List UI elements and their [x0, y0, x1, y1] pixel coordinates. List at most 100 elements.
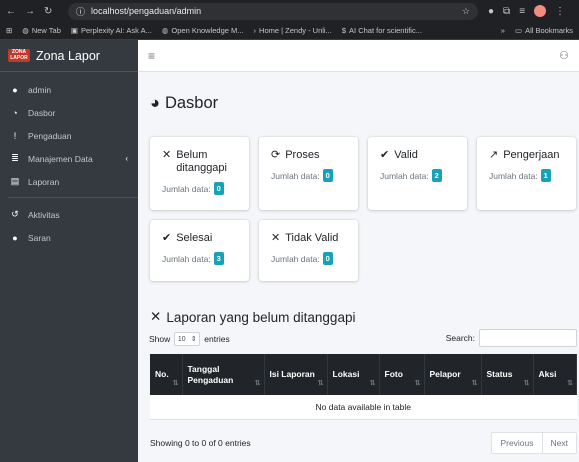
section-title: ✕ Laporan yang belum ditanggapi	[150, 309, 356, 325]
sidebar-item-dasbor[interactable]: ◔ Dasbor	[0, 101, 138, 124]
sidebar-item-saran[interactable]: ● Saran	[0, 226, 138, 249]
stat-card-selesai: ✔ Selesai Jumlah data: 3	[150, 220, 249, 281]
complaints-table: No. ⇅ Tanggal Pengaduan ⇅ Isi Laporan ⇅ Lok…	[150, 354, 577, 420]
x-icon: ✕	[271, 232, 281, 244]
sync-icon: ⟳	[271, 149, 281, 161]
double-check-icon: ✔	[162, 232, 172, 244]
globe-icon: ◍	[22, 26, 29, 35]
lightbulb-icon: ●	[12, 232, 18, 243]
bookmark-item[interactable]: ◍ New Tab	[22, 26, 61, 35]
user-icon: ●	[12, 84, 18, 95]
check-icon: ✔	[380, 149, 390, 161]
count-badge: 0	[322, 252, 333, 265]
bookmarks-bar: ⊞ ◍ New Tab ▣ Perplexity AI: Ask A... ◍ Ope…	[0, 22, 579, 40]
perplexity-icon: ▣	[70, 26, 78, 35]
sidebar-item-admin[interactable]: ● admin	[0, 78, 138, 101]
pagination: Previous Next	[491, 432, 577, 454]
all-bookmarks-button[interactable]: ▭ All Bookmarks	[515, 26, 573, 35]
column-header-status[interactable]: Status ⇅	[481, 354, 534, 395]
bookmark-item[interactable]: $ AI Chat for scientific...	[342, 26, 422, 35]
sort-icon: ⇅	[523, 380, 530, 387]
history-icon: ↺	[11, 209, 19, 219]
sort-icon: ⇅	[369, 380, 376, 387]
brand[interactable]: ZONA LAPOR Zona Lapor	[0, 40, 138, 72]
search-input[interactable]	[479, 329, 577, 347]
url-text: localhost/pengaduan/admin	[91, 6, 202, 16]
sidebar-item-pengaduan[interactable]: ! Pengaduan	[0, 124, 138, 147]
site-info-icon[interactable]: ⓘ	[76, 5, 85, 18]
column-header-lokasi[interactable]: Lokasi ⇅	[327, 354, 380, 395]
forward-icon[interactable]: →	[25, 6, 35, 17]
count-badge: 2	[431, 169, 442, 182]
stat-card-belum-ditanggapi: ✕ Belum ditanggapi Jumlah data: 0	[150, 137, 249, 210]
scientific-icon: $	[341, 26, 347, 35]
puzzle-icon[interactable]: ⧉	[503, 6, 510, 17]
sort-icon: ⇅	[317, 380, 324, 387]
column-header-no[interactable]: No. ⇅	[150, 354, 183, 395]
trend-icon: ↗	[489, 149, 499, 161]
brand-name: Zona Lapor	[36, 48, 100, 63]
bookmark-item[interactable]: ▣ Perplexity AI: Ask A...	[71, 26, 152, 35]
column-header-isi-laporan[interactable]: Isi Laporan ⇅	[264, 354, 328, 395]
sort-icon: ⇅	[254, 380, 261, 387]
stat-card-proses: ⟳ Proses Jumlah data: 0	[259, 137, 358, 210]
count-badge: 1	[540, 169, 551, 182]
chevron-left-icon: ‹	[125, 154, 128, 163]
globe-icon: ◍	[161, 26, 169, 35]
sidebar-item-laporan[interactable]: ▤ Laporan	[0, 170, 138, 193]
bookmark-item[interactable]: › Home | Zendy - Unli...	[254, 26, 332, 35]
apps-icon[interactable]: ⊞	[6, 26, 12, 35]
exclamation-icon: !	[13, 130, 17, 141]
sidebar-item-aktivitas[interactable]: ↺ Aktivitas	[0, 203, 138, 226]
entries-select[interactable]: 10 ⇕	[174, 332, 201, 346]
zendy-icon: ›	[253, 26, 257, 35]
x-icon: ✕	[162, 149, 172, 161]
reload-icon[interactable]: ↻	[44, 6, 52, 17]
extension-icon[interactable]: ●	[488, 6, 494, 17]
browser-toolbar: ← → ↻ ⓘ localhost/pengaduan/admin ☆ ● ⧉ …	[0, 0, 579, 22]
column-header-aksi[interactable]: Aksi ⇅	[533, 354, 577, 395]
menu-list-icon[interactable]: ≡	[519, 6, 525, 17]
user-menu-icon[interactable]: ⚇	[559, 49, 569, 62]
main-content: ◕ Dasbor ✕ Belum ditanggapi Jumlah data: 0…	[138, 72, 579, 462]
sort-icon: ⇅	[172, 380, 179, 387]
sidebar-divider	[8, 197, 138, 198]
brand-logo: ZONA LAPOR	[8, 49, 30, 62]
count-badge: 0	[213, 182, 224, 195]
column-header-tanggal[interactable]: Tanggal Pengaduan ⇅	[182, 354, 265, 395]
previous-button[interactable]: Previous	[492, 433, 541, 453]
bookmark-item[interactable]: ◍ Open Knowledge M...	[162, 26, 244, 35]
stat-card-tidak-valid: ✕ Tidak Valid Jumlah data: 0	[259, 220, 358, 281]
dashboard-icon: ◔	[12, 107, 18, 118]
more-bookmarks-button[interactable]: »	[501, 26, 505, 35]
sort-icon: ⇅	[567, 380, 573, 387]
sidebar-item-manajemen-data[interactable]: ≣ Manajemen Data ‹	[0, 147, 138, 170]
updown-icon: ⇕	[190, 336, 197, 343]
sidebar: ZONA LAPOR Zona Lapor ● admin ◔ Dasbor !…	[0, 40, 138, 462]
stat-card-valid: ✔ Valid Jumlah data: 2	[368, 137, 467, 210]
count-badge: 3	[213, 252, 224, 265]
sort-icon: ⇅	[414, 380, 421, 387]
column-header-pelapor[interactable]: Pelapor ⇅	[424, 354, 482, 395]
table-info: Showing 0 to 0 of 0 entries	[150, 438, 251, 448]
empty-table-message: No data available in table	[150, 395, 577, 420]
top-navbar: ≡ ⚇	[138, 40, 579, 72]
list-icon: ≣	[11, 153, 19, 163]
hamburger-menu-icon[interactable]: ≡	[148, 49, 155, 63]
back-icon[interactable]: ←	[6, 6, 16, 17]
page-title: ◕ Dasbor	[150, 94, 219, 112]
bookmark-star-icon[interactable]: ☆	[462, 6, 470, 17]
table-row: No data available in table	[150, 395, 577, 420]
kebab-menu-icon[interactable]: ⋮	[555, 6, 565, 17]
dashboard-icon: ◕	[150, 94, 160, 112]
folder-icon: ▭	[514, 26, 523, 35]
profile-avatar[interactable]	[534, 5, 547, 17]
next-button[interactable]: Next	[541, 433, 576, 453]
sort-icon: ⇅	[471, 380, 478, 387]
stat-card-pengerjaan: ↗ Pengerjaan Jumlah data: 1	[477, 137, 576, 210]
address-bar[interactable]: ⓘ localhost/pengaduan/admin ☆	[68, 2, 478, 20]
column-header-foto[interactable]: Foto ⇅	[379, 354, 425, 395]
table-search: Search:	[446, 329, 577, 347]
x-icon: ✕	[150, 309, 162, 324]
count-badge: 0	[322, 169, 333, 182]
